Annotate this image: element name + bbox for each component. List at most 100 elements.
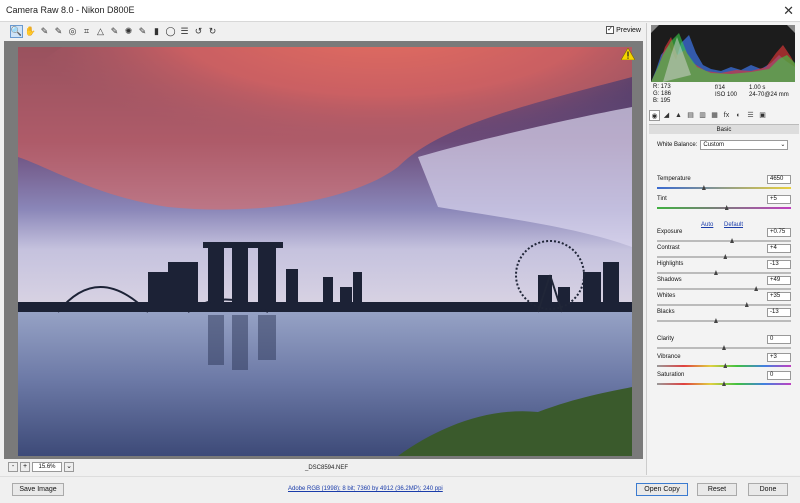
adjustments-panel: R: 173 G: 186 B: 195 f/14 1.00 s ISO 100 2… (646, 23, 800, 475)
vibrance-value-field[interactable]: +3 (767, 353, 791, 362)
contrast-label: Contrast (657, 245, 680, 251)
green-value: G: 186 (653, 91, 672, 97)
straighten-tool-icon[interactable]: △ (94, 25, 107, 38)
iso-value: ISO 100 (715, 92, 738, 98)
tab-snapshots-icon[interactable]: ▣ (757, 110, 768, 121)
warning-icon[interactable] (620, 47, 636, 62)
shutter-value: 1.00 s (749, 85, 766, 91)
auto-link[interactable]: Auto (701, 222, 713, 228)
tint-value-field[interactable]: +5 (767, 195, 791, 204)
tab-tone-curve-icon[interactable]: ◢ (661, 110, 672, 121)
color-sampler-tool-icon[interactable]: ✎ (52, 25, 65, 38)
tint-slider-track[interactable] (657, 207, 791, 209)
white-balance-row: White Balance: Custom ⌄ (657, 140, 789, 150)
tab-basic-icon[interactable]: ◉ (649, 110, 660, 121)
radial-filter-icon[interactable]: ◯ (164, 25, 177, 38)
window-title: Camera Raw 8.0 - Nikon D800E (6, 5, 135, 15)
temperature-label: Temperature (657, 176, 691, 182)
temperature-slider-row: Temperature 4650 (657, 175, 791, 192)
tab-split-toning-icon[interactable]: ▥ (697, 110, 708, 121)
highlights-slider-row: Highlights -13 (657, 260, 791, 277)
blacks-slider-row: Blacks -13 (657, 308, 791, 325)
open-copy-button[interactable]: Open Copy (636, 483, 688, 496)
spot-removal-tool-icon[interactable]: ✎ (108, 25, 121, 38)
clarity-value-field[interactable]: 0 (767, 335, 791, 344)
adjustment-brush-icon[interactable]: ✎ (136, 25, 149, 38)
reset-button[interactable]: Reset (697, 483, 737, 496)
saturation-label: Saturation (657, 372, 685, 378)
shadows-value-field[interactable]: +49 (767, 276, 791, 285)
graduated-filter-icon[interactable]: ▮ (150, 25, 163, 38)
image-canvas[interactable] (4, 41, 643, 459)
zoom-tool-icon[interactable]: 🔍 (10, 25, 23, 38)
exposure-slider-track[interactable] (657, 240, 791, 242)
blacks-label: Blacks (657, 309, 675, 315)
blacks-slider-track[interactable] (657, 320, 791, 322)
zoom-level-select[interactable]: 15.6% (32, 462, 62, 472)
shadows-slider-track[interactable] (657, 288, 791, 290)
tint-slider-row: Tint +5 (657, 195, 791, 212)
contrast-value-field[interactable]: +4 (767, 244, 791, 253)
histogram (651, 25, 795, 82)
shadows-slider-row: Shadows +49 (657, 276, 791, 293)
tab-lens-corrections-icon[interactable]: ▦ (709, 110, 720, 121)
clarity-label: Clarity (657, 336, 675, 342)
lens-value: 24-70@24 mm (749, 92, 789, 98)
contrast-slider-row: Contrast +4 (657, 244, 791, 261)
camera-info: f/14 1.00 s ISO 100 24-70@24 mm (715, 85, 789, 99)
zoom-in-button[interactable]: + (20, 462, 30, 472)
white-balance-select[interactable]: Custom ⌄ (700, 140, 789, 150)
preview-checkbox[interactable]: ✓ (606, 26, 615, 34)
blue-value: B: 195 (653, 98, 671, 104)
workflow-options-link[interactable]: Adobe RGB (1998); 8 bit; 7360 by 4912 (3… (288, 486, 443, 492)
targeted-adjustment-tool-icon[interactable]: ◎ (66, 25, 79, 38)
toolbar: 🔍 ✋ ✎ ✎ ◎ ⌗ △ ✎ ✺ ✎ ▮ ◯ ☰ ↺ ↻ ✓ Preview (0, 23, 645, 41)
whites-slider-track[interactable] (657, 304, 791, 306)
exposure-value-field[interactable]: +0.75 (767, 228, 791, 237)
vibrance-label: Vibrance (657, 354, 681, 360)
whites-label: Whites (657, 293, 676, 299)
white-balance-value: Custom (703, 142, 725, 148)
white-balance-label: White Balance: (657, 142, 698, 148)
red-eye-tool-icon[interactable]: ✺ (122, 25, 135, 38)
preferences-icon[interactable]: ☰ (178, 25, 191, 38)
tab-effects-icon[interactable]: fx (721, 110, 732, 121)
done-button[interactable]: Done (748, 483, 788, 496)
whites-slider-row: Whites +35 (657, 292, 791, 309)
saturation-value-field[interactable]: 0 (767, 371, 791, 380)
chevron-down-icon: ⌄ (780, 142, 786, 148)
zoom-dropdown-chevron-icon[interactable]: ⌄ (64, 462, 74, 472)
basic-section-header: Basic (649, 124, 799, 134)
default-link[interactable]: Default (724, 222, 743, 228)
hand-tool-icon[interactable]: ✋ (24, 25, 37, 38)
preview-toggle[interactable]: ✓ Preview (606, 26, 641, 34)
crop-tool-icon[interactable]: ⌗ (80, 25, 93, 38)
tab-detail-icon[interactable]: ▲ (673, 110, 684, 121)
vibrance-slider-row: Vibrance +3 (657, 353, 791, 370)
temperature-slider-track[interactable] (657, 187, 791, 189)
white-balance-tool-icon[interactable]: ✎ (38, 25, 51, 38)
rotate-left-icon[interactable]: ↺ (192, 25, 205, 38)
clarity-slider-row: Clarity 0 (657, 335, 791, 352)
close-icon[interactable]: ✕ (783, 3, 794, 19)
whites-value-field[interactable]: +35 (767, 292, 791, 301)
saturation-slider-row: Saturation 0 (657, 371, 791, 388)
shadows-label: Shadows (657, 277, 682, 283)
zoom-control: - + 15.6% ⌄ (8, 462, 74, 472)
highlights-label: Highlights (657, 261, 684, 267)
tab-presets-icon[interactable]: ☰ (745, 110, 756, 121)
exposure-slider-row: Exposure +0.75 (657, 228, 791, 245)
blacks-value-field[interactable]: -13 (767, 308, 791, 317)
save-image-button[interactable]: Save Image (12, 483, 64, 496)
preview-label: Preview (616, 26, 641, 34)
exposure-label: Exposure (657, 229, 683, 235)
rotate-right-icon[interactable]: ↻ (206, 25, 219, 38)
panel-tabs: ◉ ◢ ▲ ▤ ▥ ▦ fx ◐ ☰ ▣ (649, 110, 799, 123)
tab-camera-calibration-icon[interactable]: ◐ (733, 110, 744, 121)
tab-hsl-icon[interactable]: ▤ (685, 110, 696, 121)
temperature-value-field[interactable]: 4650 (767, 175, 791, 184)
highlights-slider-track[interactable] (657, 272, 791, 274)
zoom-out-button[interactable]: - (8, 462, 18, 472)
filename-label: _DSC8594.NEF (305, 465, 349, 471)
highlights-value-field[interactable]: -13 (767, 260, 791, 269)
